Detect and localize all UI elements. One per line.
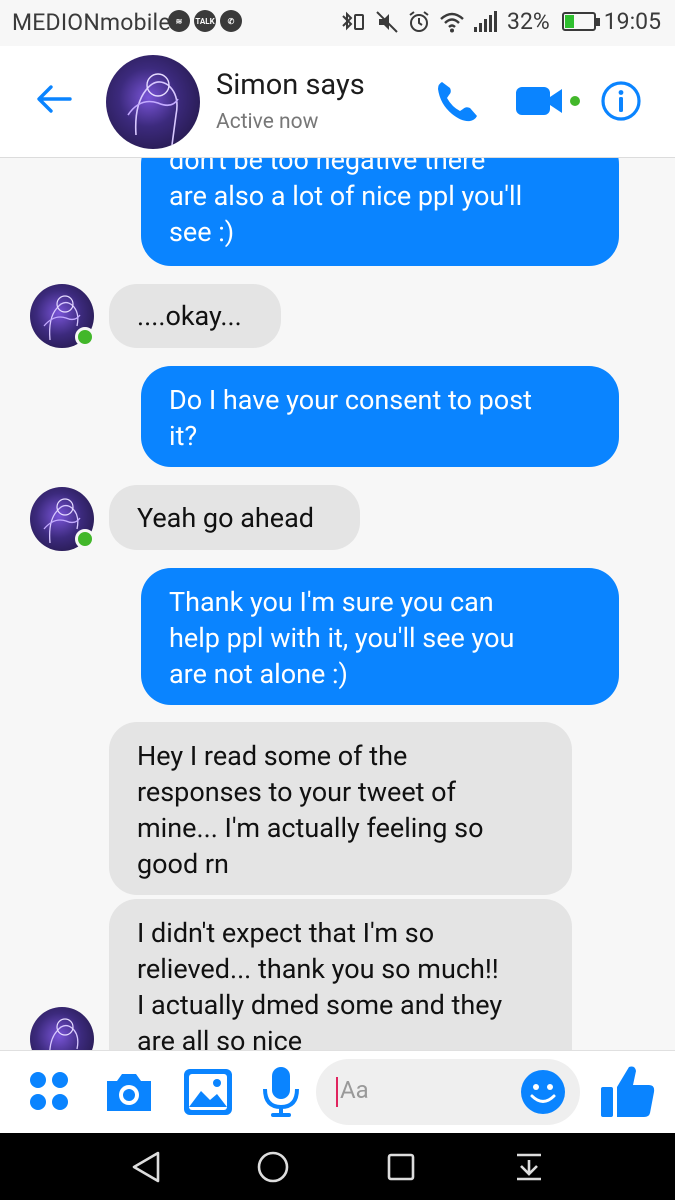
more-options-icon[interactable] — [28, 1070, 70, 1112]
message-composer: Aa — [0, 1050, 675, 1133]
notification-icons: ≋ TALK ✆ — [168, 10, 242, 32]
carrier-name: MEDIONmobile — [12, 9, 171, 36]
message-input-placeholder: Aa — [340, 1076, 369, 1104]
message-bubble-incoming[interactable]: ....okay... — [109, 284, 281, 348]
online-indicator — [75, 529, 95, 549]
nav-notifications-icon[interactable] — [514, 1150, 544, 1184]
phone-call-icon[interactable] — [432, 76, 482, 126]
contact-status: Active now — [216, 110, 319, 134]
thumbs-up-icon[interactable] — [599, 1063, 657, 1121]
nav-home-icon[interactable] — [256, 1150, 290, 1184]
spotify-icon: ≋ — [168, 10, 190, 32]
contact-avatar-small[interactable] — [30, 1007, 94, 1050]
message-bubble-incoming[interactable]: Yeah go ahead — [109, 485, 360, 550]
whatsapp-icon: ✆ — [220, 10, 242, 32]
conversation-header: Simon says Active now — [0, 46, 675, 158]
status-bar: MEDIONmobile ≋ TALK ✆ 32% 19:05 — [0, 0, 675, 46]
video-call-icon[interactable] — [514, 84, 584, 118]
clock: 19:05 — [603, 8, 661, 35]
message-bubble-incoming[interactable]: I didn't expect that I'm so relieved... … — [109, 899, 572, 1050]
bluetooth-vibrate-icon — [342, 11, 365, 30]
message-bubble-outgoing[interactable]: don't be too negative there are also a l… — [141, 158, 619, 266]
system-navigation-bar — [0, 1133, 675, 1200]
signal-icon — [474, 10, 498, 32]
microphone-icon[interactable] — [260, 1065, 302, 1119]
battery-icon — [561, 12, 600, 31]
mute-icon — [376, 10, 398, 33]
message-bubble-incoming[interactable]: Hey I read some of the responses to your… — [109, 722, 572, 895]
kakaotalk-icon: TALK — [194, 10, 216, 32]
gallery-icon[interactable] — [182, 1067, 234, 1117]
message-thread[interactable]: don't be too negative there are also a l… — [0, 158, 675, 1050]
info-icon[interactable] — [600, 80, 642, 122]
battery-percent: 32% — [507, 8, 550, 35]
message-input[interactable]: Aa — [316, 1059, 580, 1125]
back-arrow-icon[interactable] — [34, 84, 74, 114]
contact-avatar[interactable] — [106, 55, 200, 149]
text-cursor — [336, 1077, 338, 1107]
nav-recents-icon[interactable] — [386, 1150, 416, 1184]
nav-back-icon[interactable] — [129, 1150, 163, 1184]
camera-icon[interactable] — [103, 1069, 155, 1115]
contact-name[interactable]: Simon says — [216, 68, 365, 102]
message-bubble-outgoing[interactable]: Thank you I'm sure you can help ppl with… — [141, 568, 619, 705]
wifi-icon — [440, 12, 464, 32]
system-icons: 32% 19:05 — [339, 8, 661, 35]
message-bubble-outgoing[interactable]: Do I have your consent to post it? — [141, 366, 619, 467]
emoji-icon[interactable] — [520, 1069, 566, 1115]
online-indicator — [75, 327, 95, 347]
alarm-icon — [409, 10, 429, 32]
